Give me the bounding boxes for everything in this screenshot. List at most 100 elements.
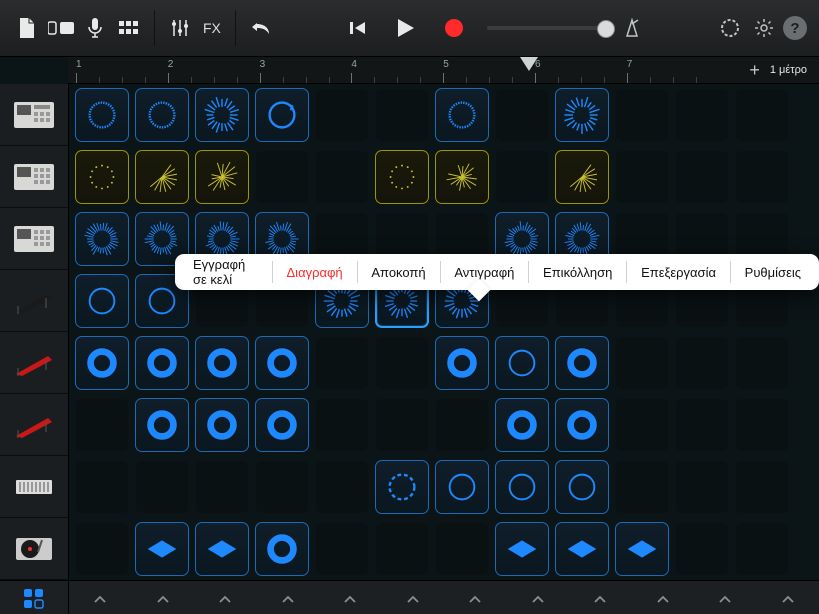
volume-slider[interactable]: [487, 26, 607, 30]
settings-icon[interactable]: [749, 13, 779, 43]
empty-cell[interactable]: [435, 398, 489, 452]
menu-item-0[interactable]: Εγγραφή σε κελί: [179, 254, 272, 290]
loop-cell[interactable]: [555, 460, 609, 514]
loop-cell[interactable]: [615, 522, 669, 576]
empty-cell[interactable]: [495, 88, 549, 142]
loop-cell[interactable]: [495, 522, 549, 576]
empty-cell[interactable]: [615, 336, 669, 390]
loop-cell[interactable]: [195, 522, 249, 576]
empty-cell[interactable]: [75, 398, 129, 452]
loop-cell[interactable]: [255, 522, 309, 576]
loop-cell[interactable]: [135, 336, 189, 390]
column-trigger[interactable]: [569, 594, 632, 604]
menu-item-2[interactable]: Αποκοπή: [357, 254, 439, 290]
track-keys-red-1[interactable]: [0, 332, 68, 394]
empty-cell[interactable]: [375, 398, 429, 452]
empty-cell[interactable]: [75, 522, 129, 576]
menu-item-5[interactable]: Επεξεργασία: [627, 254, 730, 290]
ruler[interactable]: + 1 μέτρο 1234567: [68, 57, 819, 84]
empty-cell[interactable]: [255, 150, 309, 204]
empty-cell[interactable]: [615, 460, 669, 514]
column-trigger[interactable]: [507, 594, 570, 604]
column-trigger[interactable]: [382, 594, 445, 604]
empty-cell[interactable]: [735, 460, 789, 514]
empty-cell[interactable]: [675, 150, 729, 204]
loop-cell[interactable]: [255, 336, 309, 390]
track-sampler-2[interactable]: [0, 146, 68, 208]
empty-cell[interactable]: [735, 398, 789, 452]
column-trigger[interactable]: [194, 594, 257, 604]
empty-cell[interactable]: [675, 336, 729, 390]
empty-cell[interactable]: [615, 398, 669, 452]
add-section-icon[interactable]: +: [749, 60, 760, 81]
undo-icon[interactable]: [246, 13, 276, 43]
empty-cell[interactable]: [315, 398, 369, 452]
loop-cell[interactable]: [495, 398, 549, 452]
loop-cell[interactable]: [75, 150, 129, 204]
loop-cell[interactable]: [135, 522, 189, 576]
record-icon[interactable]: [439, 13, 469, 43]
loop-cell[interactable]: [135, 150, 189, 204]
empty-cell[interactable]: [735, 522, 789, 576]
column-trigger[interactable]: [444, 594, 507, 604]
loop-cell[interactable]: [375, 150, 429, 204]
loop-cell[interactable]: [75, 336, 129, 390]
empty-cell[interactable]: [375, 88, 429, 142]
empty-cell[interactable]: [735, 88, 789, 142]
empty-cell[interactable]: [435, 522, 489, 576]
menu-item-6[interactable]: Ρυθμίσεις: [731, 254, 815, 290]
empty-cell[interactable]: [135, 460, 189, 514]
empty-cell[interactable]: [255, 460, 309, 514]
loop-cell[interactable]: [195, 398, 249, 452]
menu-item-4[interactable]: Επικόλληση: [529, 254, 626, 290]
loop-cell[interactable]: [255, 398, 309, 452]
column-trigger[interactable]: [132, 594, 195, 604]
loop-cell[interactable]: [195, 336, 249, 390]
loop-cell[interactable]: [135, 88, 189, 142]
column-trigger[interactable]: [69, 594, 132, 604]
track-synth[interactable]: [0, 456, 68, 518]
column-trigger[interactable]: [694, 594, 757, 604]
menu-item-3[interactable]: Αντιγραφή: [440, 254, 528, 290]
empty-cell[interactable]: [675, 88, 729, 142]
track-keys-red-2[interactable]: [0, 394, 68, 456]
empty-cell[interactable]: [375, 522, 429, 576]
empty-cell[interactable]: [615, 88, 669, 142]
loop-cell[interactable]: [435, 88, 489, 142]
mixer-icon[interactable]: [165, 13, 195, 43]
loop-cell[interactable]: [435, 150, 489, 204]
prev-icon[interactable]: [343, 13, 373, 43]
menu-item-1[interactable]: Διαγραφή: [273, 254, 357, 290]
play-icon[interactable]: [391, 13, 421, 43]
empty-cell[interactable]: [315, 460, 369, 514]
grid-icon[interactable]: [114, 13, 144, 43]
track-keys-1[interactable]: [0, 270, 68, 332]
loop-cell[interactable]: [555, 88, 609, 142]
loop-cell[interactable]: [495, 336, 549, 390]
zoom-label[interactable]: 1 μέτρο: [770, 64, 807, 76]
loop-cell[interactable]: [555, 522, 609, 576]
empty-cell[interactable]: [195, 460, 249, 514]
livecells-icon[interactable]: [0, 581, 69, 614]
empty-cell[interactable]: [735, 336, 789, 390]
empty-cell[interactable]: [315, 150, 369, 204]
column-trigger[interactable]: [319, 594, 382, 604]
loop-cell[interactable]: [555, 398, 609, 452]
file-icon[interactable]: [12, 13, 42, 43]
loop-cell[interactable]: [135, 398, 189, 452]
loop-cell[interactable]: [495, 460, 549, 514]
metronome-icon[interactable]: [617, 13, 647, 43]
loop-cell[interactable]: [375, 460, 429, 514]
mic-icon[interactable]: [80, 13, 110, 43]
loop-cell[interactable]: [435, 460, 489, 514]
loop-cell[interactable]: [195, 150, 249, 204]
empty-cell[interactable]: [615, 150, 669, 204]
loop-cell[interactable]: [75, 212, 129, 266]
loop-cell[interactable]: [555, 336, 609, 390]
empty-cell[interactable]: [675, 522, 729, 576]
empty-cell[interactable]: [375, 336, 429, 390]
column-trigger[interactable]: [757, 594, 819, 604]
loop-cell[interactable]: [555, 150, 609, 204]
empty-cell[interactable]: [315, 336, 369, 390]
loop-cell[interactable]: [75, 274, 129, 328]
